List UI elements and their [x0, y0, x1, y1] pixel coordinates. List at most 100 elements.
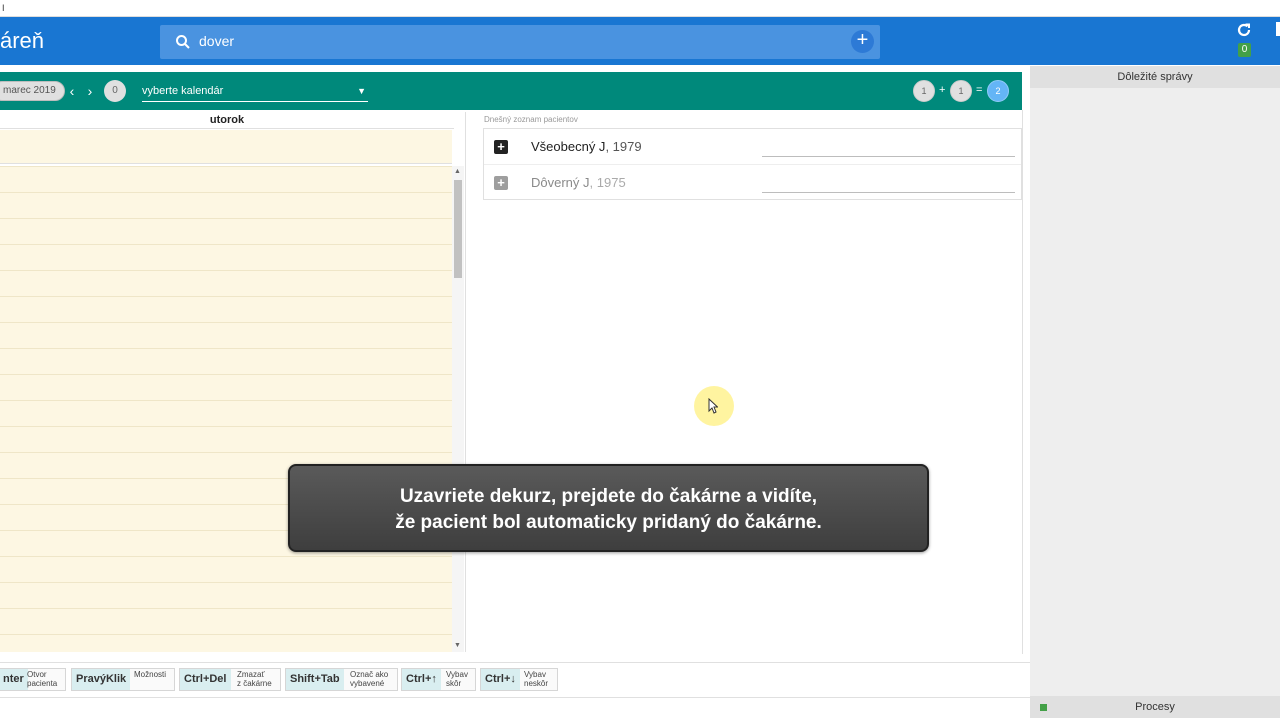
column-divider	[465, 112, 466, 652]
event-count-badge: 0	[104, 80, 126, 102]
shortcut-desc-2: z čakárne	[237, 679, 272, 688]
caption-line-1: Uzavriete dekurz, prejdete do čakárne a …	[399, 486, 818, 507]
shortcut-desc: Vybav skôr	[446, 670, 468, 688]
cursor-highlight	[694, 386, 734, 426]
patient-row[interactable]: + Dôverný J, 1975	[484, 165, 1021, 201]
window-title-bar: I	[0, 0, 1280, 17]
patient-row[interactable]: + Všeobecný J, 1979	[484, 129, 1021, 165]
time-slot-line	[0, 556, 452, 557]
shortcut-key: Ctrl+↑	[402, 669, 441, 690]
count-badge-b: 1	[950, 80, 972, 102]
shortcut-desc: Otvor pacienta	[27, 670, 57, 688]
time-slot-line	[0, 192, 452, 193]
refresh-icon[interactable]	[1236, 22, 1252, 38]
window-edge	[1276, 22, 1280, 36]
shortcut-desc-2: vybavené	[350, 679, 385, 688]
time-slot-line	[0, 270, 452, 271]
time-slot-line	[0, 452, 452, 453]
tutorial-caption: Uzavriete dekurz, prejdete do čakárne a …	[288, 464, 929, 552]
shortcut-desc: Vybav neskôr	[524, 670, 548, 688]
all-day-row[interactable]	[0, 130, 452, 164]
time-slot-line	[0, 400, 452, 401]
status-indicator-icon	[1040, 704, 1047, 711]
shortcut-earlier[interactable]: Ctrl+↑ Vybav skôr	[401, 668, 476, 691]
scroll-down-icon[interactable]: ▼	[454, 642, 461, 649]
calendar-scrollbar[interactable]: ▲ ▼	[452, 166, 464, 652]
month-selector[interactable]: marec 2019	[0, 81, 65, 101]
time-slot-line	[0, 582, 452, 583]
day-header: utorok	[0, 112, 454, 129]
processes-label: Procesy	[1135, 701, 1175, 713]
notification-badge[interactable]: 0	[1238, 43, 1251, 57]
shortcut-remove[interactable]: Ctrl+Del Zmazať z čakárne	[179, 668, 281, 691]
patient-name-text: Všeobecný J	[531, 139, 606, 154]
count-badge-a: 1	[913, 80, 935, 102]
shortcut-desc: Možnosti	[134, 670, 166, 679]
patient-name[interactable]: Dôverný J, 1975	[531, 175, 626, 190]
patient-year: , 1979	[605, 139, 642, 154]
calendar-toolbar: marec 2019 ‹ › 0 vyberte kalendár ▼ 1 + 1…	[0, 72, 1022, 110]
equals-sign: =	[976, 84, 983, 96]
search-box[interactable]: dover +	[160, 25, 880, 59]
caption-line-2: že pacient bol automaticky pridaný do ča…	[395, 512, 822, 533]
search-icon	[176, 35, 190, 49]
shortcut-options[interactable]: PravýKlik Možnosti	[71, 668, 175, 691]
scrollbar-thumb[interactable]	[454, 180, 462, 278]
shortcut-bar: nter Otvor pacienta PravýKlik Možnosti Ct…	[0, 662, 1030, 696]
search-input[interactable]: dover	[199, 33, 234, 49]
patient-list: + Všeobecný J, 1979 + Dôverný J, 1975	[483, 128, 1022, 200]
important-messages-header[interactable]: Dôležité správy	[1030, 66, 1280, 88]
app-bar: áreň dover + 0	[0, 17, 1280, 65]
count-total-badge: 2	[987, 80, 1009, 102]
shortcut-desc: Označ ako vybavené	[350, 670, 388, 688]
shortcut-key: Shift+Tab	[286, 669, 344, 690]
time-slot-line	[0, 348, 452, 349]
patient-note-line	[762, 156, 1015, 157]
patient-name[interactable]: Všeobecný J, 1979	[531, 139, 642, 154]
patient-note-line	[762, 192, 1015, 193]
shortcut-desc-1: Zmazať	[237, 670, 265, 679]
shortcut-desc-1: Vybav	[524, 670, 546, 679]
time-slot-line	[0, 244, 452, 245]
patient-year: , 1975	[589, 175, 626, 190]
shortcut-desc-2: skôr	[446, 679, 462, 688]
shortcut-mark-done[interactable]: Shift+Tab Označ ako vybavené	[285, 668, 398, 691]
time-slot-line	[0, 296, 452, 297]
shortcut-later[interactable]: Ctrl+↓ Vybav neskôr	[480, 668, 558, 691]
shortcut-key: PravýKlik	[72, 669, 131, 690]
shortcut-desc-1: Vybav	[446, 670, 468, 679]
shortcut-desc-2: pacienta	[27, 679, 58, 688]
shortcut-desc-1: Označ ako	[350, 670, 389, 679]
patient-name-text: Dôverný J	[531, 175, 590, 190]
medical-cross-icon: +	[494, 176, 508, 190]
mouse-pointer-icon	[708, 398, 718, 414]
shortcut-desc-2: neskôr	[524, 679, 549, 688]
scroll-up-icon[interactable]: ▲	[454, 168, 461, 175]
app-title: áreň	[0, 28, 45, 53]
time-slot-line	[0, 634, 452, 635]
content-border	[1022, 110, 1023, 654]
shortcut-key: Ctrl+↓	[481, 669, 520, 690]
chevron-left-icon[interactable]: ‹	[65, 82, 79, 100]
shortcut-open-patient[interactable]: nter Otvor pacienta	[0, 668, 66, 691]
calendar-select-value: vyberte kalendár	[142, 85, 224, 97]
dropdown-arrow-icon: ▼	[357, 86, 366, 96]
patient-list-label: Dnešný zoznam pacientov	[484, 115, 578, 124]
time-slot-line	[0, 218, 452, 219]
time-slot-line	[0, 322, 452, 323]
add-button[interactable]: +	[851, 30, 874, 53]
plus-sign: +	[939, 84, 946, 96]
important-messages-panel: Dôležité správy	[1030, 66, 1280, 696]
time-slots[interactable]	[0, 166, 452, 652]
processes-bar[interactable]: Procesy	[1030, 696, 1280, 718]
status-bar	[0, 697, 1030, 720]
shortcut-desc: Zmazať z čakárne	[237, 670, 272, 688]
shortcut-key: nter	[0, 669, 28, 690]
calendar-select[interactable]: vyberte kalendár ▼	[142, 82, 368, 102]
time-slot-line	[0, 166, 452, 167]
chevron-right-icon[interactable]: ›	[83, 82, 97, 100]
time-slot-line	[0, 426, 452, 427]
shortcut-desc-1: Otvor	[27, 670, 47, 679]
shortcut-key: Ctrl+Del	[180, 669, 231, 690]
time-slot-line	[0, 374, 452, 375]
